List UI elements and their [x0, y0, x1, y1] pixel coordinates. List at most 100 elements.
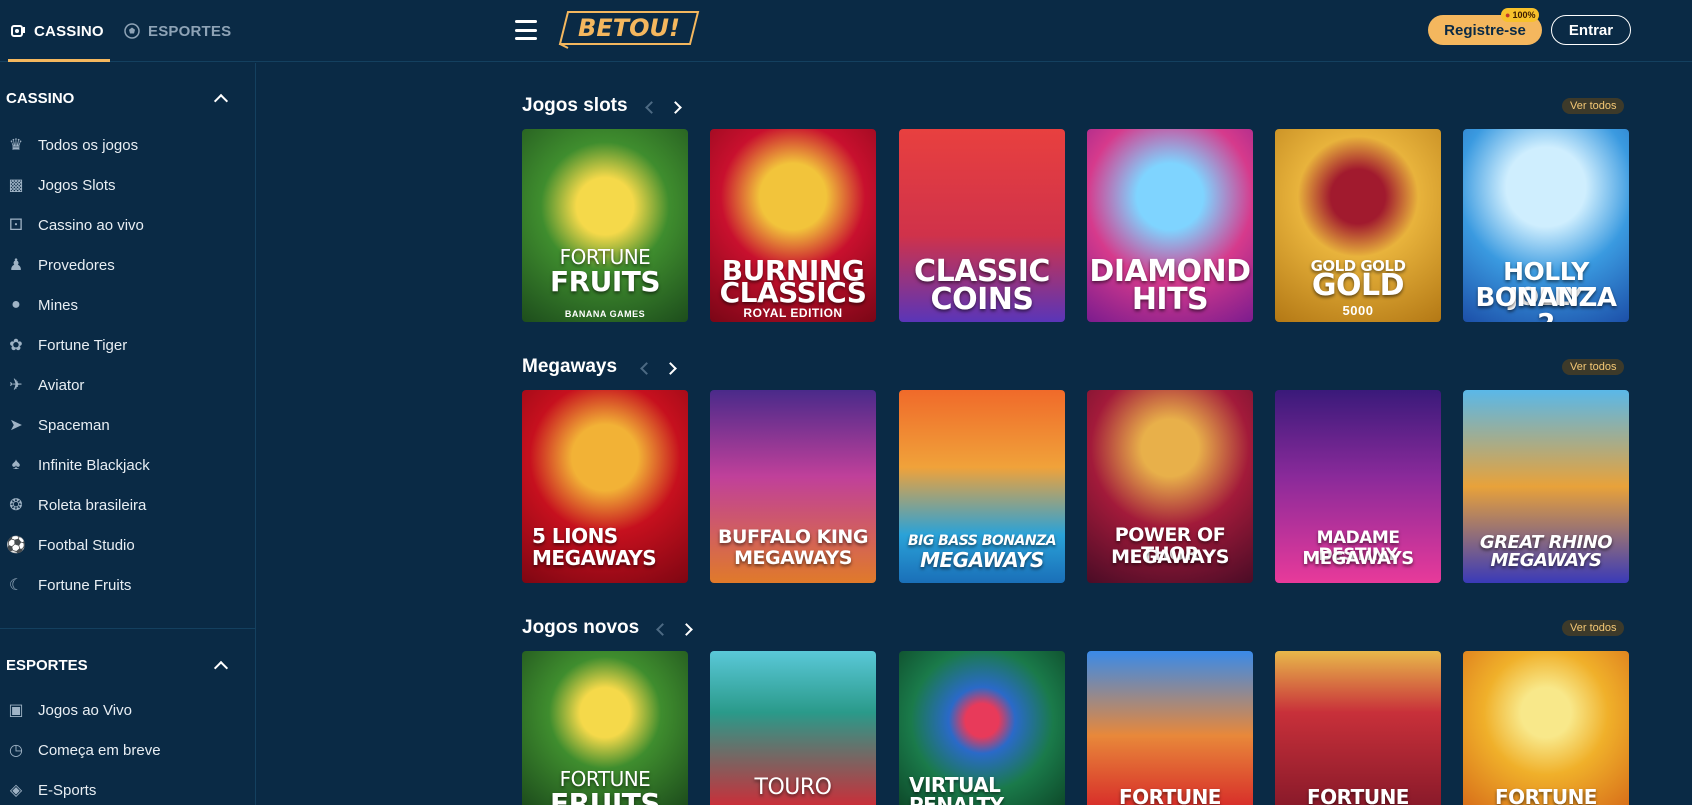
game-title-line2: MEGAWAYS: [1111, 546, 1229, 568]
login-button[interactable]: Entrar: [1551, 15, 1631, 45]
sidebar-item-fortune-tiger[interactable]: ✿ Fortune Tiger: [6, 333, 246, 357]
sidebar-divider: [0, 628, 255, 629]
game-title-line1: 5 LIONS: [532, 524, 618, 548]
game-subtitle: 5000: [1342, 303, 1374, 318]
sidebar-item-label: Aviator: [38, 376, 85, 394]
game-card[interactable]: FORTUNE: [1087, 651, 1253, 805]
sidebar-item-comeca-em-breve[interactable]: ◷ Começa em breve: [6, 738, 246, 762]
game-title-line2: FRUITS: [549, 787, 661, 805]
sidebar: CASSINO ♛ Todos os jogos ▩ Jogos Slots ⚀…: [0, 63, 256, 805]
carousel-prev-icon[interactable]: [636, 360, 652, 376]
sidebar-item-fortune-fruits[interactable]: ☾ Fortune Fruits: [6, 573, 246, 597]
sidebar-item-label: Fortune Tiger: [38, 336, 128, 354]
game-title-line2: BONANZA 2: [1475, 283, 1617, 322]
game-card[interactable]: BUFFALO KING MEGAWAYS: [710, 390, 876, 583]
game-card[interactable]: 5 LIONS MEGAWAYS: [522, 390, 688, 583]
live-video-icon: ▣: [8, 702, 24, 719]
sidebar-item-label: Footbal Studio: [38, 536, 135, 554]
rocket-icon: ➤: [9, 417, 23, 434]
bomb-icon: ●: [11, 296, 21, 313]
sidebar-item-mines[interactable]: ● Mines: [6, 293, 246, 317]
slot-machine-icon: ▩: [8, 177, 24, 194]
game-title-line1: FORTUNE: [559, 245, 651, 269]
game-title-line2: MEGAWAYS: [920, 548, 1044, 572]
game-card[interactable]: GREAT RHINO MEGAWAYS: [1463, 390, 1629, 583]
sidebar-item-spaceman[interactable]: ➤ Spaceman: [6, 413, 246, 437]
game-card[interactable]: BIG BASS BONANZA MEGAWAYS: [899, 390, 1065, 583]
game-card[interactable]: FORTUNE: [1275, 651, 1441, 805]
game-title-line2: CLASSICS: [719, 276, 867, 309]
game-title-line1: TOURO: [754, 775, 832, 800]
clock-icon: ◷: [9, 742, 23, 759]
game-card[interactable]: FORTUNE FRUITS: [522, 651, 688, 805]
carousel-prev-icon[interactable]: [652, 621, 668, 637]
tab-sports-label: ESPORTES: [148, 22, 232, 40]
sidebar-item-jogos-ao-vivo[interactable]: ▣ Jogos ao Vivo: [6, 698, 246, 722]
game-title-line1: FORTUNE: [1119, 785, 1221, 805]
game-title-line1: BIG BASS BONANZA: [907, 533, 1057, 549]
game-card[interactable]: POWER OF THOR MEGAWAYS: [1087, 390, 1253, 583]
top-header: CASSINO ESPORTES BETOU! Registre-se ● 10…: [0, 0, 1692, 62]
sidebar-item-roleta-brasileira[interactable]: ❂ Roleta brasileira: [6, 493, 246, 517]
game-title-line2: MEGAWAYS: [1302, 548, 1414, 569]
game-card[interactable]: CLASSIC COINS: [899, 129, 1065, 322]
sidebar-item-e-sports[interactable]: ◈ E-Sports: [6, 778, 246, 802]
sidebar-sports-header[interactable]: ESPORTES: [6, 653, 230, 677]
sidebar-item-provedores[interactable]: ♟ Provedores: [6, 253, 246, 277]
game-title-line1: BUFFALO KING: [718, 526, 868, 548]
carousel-next-icon[interactable]: [669, 99, 685, 115]
game-title-line1: FORTUNE: [1307, 785, 1409, 805]
tab-casino-label: CASSINO: [34, 22, 104, 40]
sidebar-casino-header[interactable]: CASSINO: [6, 86, 230, 110]
section-title-jogos-novos: Jogos novos: [522, 617, 640, 638]
sidebar-item-aviator[interactable]: ✈ Aviator: [6, 373, 246, 397]
game-card[interactable]: HOLLY JOLLY BONANZA 2: [1463, 129, 1629, 322]
section-title-megaways: Megaways: [522, 356, 618, 377]
bonus-badge: ● 100%: [1501, 8, 1540, 22]
sidebar-item-label: Começa em breve: [38, 741, 161, 759]
game-card[interactable]: FORTUNE FRUITS BANANA GAMES: [522, 129, 688, 322]
game-card[interactable]: GOLD GOLD GOLD 5000: [1275, 129, 1441, 322]
sidebar-item-label: Provedores: [38, 256, 115, 274]
game-title-line2: HITS: [1131, 282, 1209, 317]
see-all-button[interactable]: Ver todos: [1562, 620, 1625, 636]
game-title-line2: PENALTY: [909, 793, 1004, 805]
sidebar-item-footbal-studio[interactable]: ⚽ Footbal Studio: [6, 533, 246, 557]
game-card[interactable]: BURNING CLASSICS ROYAL EDITION: [710, 129, 876, 322]
carousel-next-icon[interactable]: [680, 621, 696, 637]
game-card[interactable]: TOURO: [710, 651, 876, 805]
sidebar-item-infinite-blackjack[interactable]: ♠ Infinite Blackjack: [6, 453, 246, 477]
chevron-up-icon[interactable]: [213, 660, 229, 675]
game-card[interactable]: DIAMOND HITS: [1087, 129, 1253, 322]
sidebar-item-label: Infinite Blackjack: [38, 456, 150, 474]
tab-casino[interactable]: CASSINO: [8, 0, 110, 62]
see-all-button[interactable]: Ver todos: [1562, 98, 1625, 114]
bonus-badge-label: 100%: [1512, 10, 1536, 20]
menu-icon[interactable]: [515, 20, 537, 40]
betou-logo[interactable]: BETOU!: [558, 8, 700, 50]
game-card[interactable]: MADAME DESTINY MEGAWAYS: [1275, 390, 1441, 583]
game-provider: BANANA GAMES: [564, 309, 646, 319]
sidebar-item-label: Fortune Fruits: [38, 576, 132, 594]
game-title-line2: FRUITS: [549, 265, 661, 298]
sidebar-item-label: Jogos Slots: [38, 176, 116, 194]
sidebar-item-cassino-ao-vivo[interactable]: ⚀ Cassino ao vivo: [6, 213, 246, 237]
carousel-next-icon[interactable]: [664, 360, 680, 376]
sidebar-item-label: E-Sports: [38, 781, 97, 799]
roulette-icon: ❂: [9, 497, 23, 514]
see-all-button[interactable]: Ver todos: [1562, 359, 1625, 375]
game-card[interactable]: VIRTUAL PENALTY: [899, 651, 1065, 805]
carousel-prev-icon[interactable]: [641, 99, 657, 115]
sidebar-item-label: Cassino ao vivo: [38, 216, 144, 234]
sidebar-item-jogos-slots[interactable]: ▩ Jogos Slots: [6, 173, 246, 197]
chevron-up-icon[interactable]: [213, 93, 229, 108]
paw-icon: ✿: [9, 337, 23, 354]
sidebar-item-todos-os-jogos[interactable]: ♛ Todos os jogos: [6, 133, 246, 157]
crown-icon: ♛: [8, 137, 24, 154]
tab-sports[interactable]: ESPORTES: [124, 0, 231, 62]
sidebar-item-label: Jogos ao Vivo: [38, 701, 132, 719]
game-card[interactable]: FORTUNE: [1463, 651, 1629, 805]
game-title-line1: FORTUNE: [559, 767, 651, 791]
game-title-line2: GOLD: [1311, 268, 1405, 303]
sidebar-sports-title: ESPORTES: [6, 656, 88, 674]
